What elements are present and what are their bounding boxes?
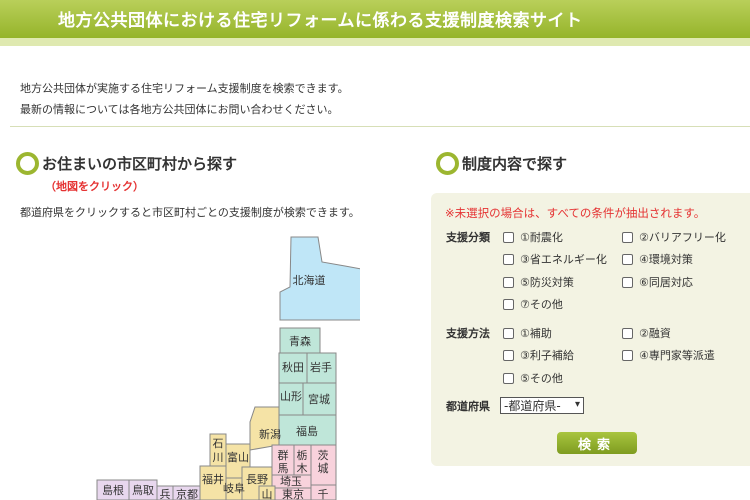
site-title: 地方公共団体における住宅リフォームに係わる支援制度検索サイト [58, 11, 583, 31]
label-tokyo: 東京 [282, 487, 304, 500]
label-yamagata: 山形 [280, 390, 302, 403]
category-option-5[interactable]: ⑤防災対策 [503, 274, 574, 290]
label-chiba: 千 [318, 488, 329, 500]
label-yamanashi: 山 [262, 488, 273, 500]
category-label: 支援分類 [446, 231, 490, 244]
label-shimane: 島根 [102, 483, 124, 497]
map-description: 都道府県をクリックすると市区町村ごとの支援制度が検索できます。 [20, 206, 360, 219]
category-option-1[interactable]: ①耐震化 [503, 229, 563, 245]
method-label: 支援方法 [446, 327, 490, 340]
search-button[interactable]: 検索 [557, 432, 637, 454]
category-option-3[interactable]: ③省エネルギー化 [503, 251, 607, 267]
label-hyogo: 兵 [160, 488, 171, 500]
method-option-3[interactable]: ③利子補給 [503, 347, 574, 363]
divider [10, 126, 750, 127]
label-ibaraki-2: 城 [318, 462, 329, 475]
label-niigata: 新潟 [259, 427, 281, 441]
pref-label: 都道府県 [446, 400, 490, 413]
search-section-title: 制度内容で探す [436, 152, 567, 175]
label-iwate: 岩手 [310, 360, 332, 374]
ring-icon [436, 152, 459, 175]
checkbox[interactable] [503, 298, 514, 310]
checkbox[interactable] [503, 372, 514, 384]
prefecture-select[interactable]: -都道府県- ▾ [500, 397, 584, 414]
method-option-5[interactable]: ⑤その他 [503, 370, 563, 386]
checkbox[interactable] [622, 349, 633, 361]
prefecture-select-value: -都道府県- [504, 399, 561, 413]
label-nagano: 長野 [246, 473, 268, 486]
category-option-7[interactable]: ⑦その他 [503, 296, 563, 312]
label-ishikawa-2: 川 [213, 451, 224, 464]
label-tochigi: 栃 [297, 448, 308, 462]
label-fukushima: 福島 [296, 424, 318, 438]
label-akita: 秋田 [282, 360, 304, 374]
chevron-down-icon: ▾ [574, 399, 580, 410]
ring-icon [16, 152, 39, 175]
method-option-4[interactable]: ④専門家等派遣 [622, 347, 715, 363]
checkbox[interactable] [622, 231, 633, 243]
method-option-2[interactable]: ②融資 [622, 325, 671, 341]
method-option-1[interactable]: ①補助 [503, 325, 552, 341]
intro-line-2: 最新の情報については各地方公共団体にお問い合わせください。 [20, 103, 339, 116]
panel-note: ※未選択の場合は、すべての条件が抽出されます。 [445, 206, 706, 220]
label-kyoto: 京都 [176, 487, 198, 500]
checkbox[interactable] [503, 349, 514, 361]
checkbox[interactable] [503, 276, 514, 288]
label-toyama: 富山 [227, 450, 249, 464]
checkbox[interactable] [503, 231, 514, 243]
label-gifu: 岐阜 [223, 482, 245, 495]
label-tottori: 鳥取 [132, 483, 154, 497]
map-click-note: （地図をクリック） [45, 180, 144, 193]
intro-text: 地方公共団体が実施する住宅リフォーム支援制度を検索できます。 最新の情報について… [20, 78, 349, 120]
intro-line-1: 地方公共団体が実施する住宅リフォーム支援制度を検索できます。 [20, 82, 349, 95]
checkbox[interactable] [622, 276, 633, 288]
map-section-title: お住まいの市区町村から探す [16, 152, 237, 175]
category-option-4[interactable]: ④環境対策 [622, 251, 693, 267]
label-ibaraki: 茨 [318, 448, 329, 462]
label-gunma-2: 馬 [278, 462, 289, 475]
category-option-6[interactable]: ⑥同居対応 [622, 274, 693, 290]
japan-map: 北海道 青森 秋田 岩手 山形 宮城 福島 新潟 石 川 富山 群 馬 栃 木 … [96, 236, 360, 500]
checkbox[interactable] [622, 327, 633, 339]
label-gunma: 群 [278, 448, 289, 462]
checkbox[interactable] [622, 253, 633, 265]
header-bar: 地方公共団体における住宅リフォームに係わる支援制度検索サイト [0, 0, 750, 38]
label-saitama: 埼玉 [280, 474, 302, 488]
label-hokkaido: 北海道 [293, 273, 326, 287]
label-miyagi: 宮城 [308, 392, 330, 406]
label-aomori: 青森 [289, 334, 311, 348]
header-strip [0, 38, 750, 46]
category-option-2[interactable]: ②バリアフリー化 [622, 229, 726, 245]
checkbox[interactable] [503, 327, 514, 339]
label-fukui: 福井 [202, 472, 224, 486]
label-ishikawa: 石 [213, 437, 224, 450]
checkbox[interactable] [503, 253, 514, 265]
label-tochigi-2: 木 [297, 462, 308, 475]
